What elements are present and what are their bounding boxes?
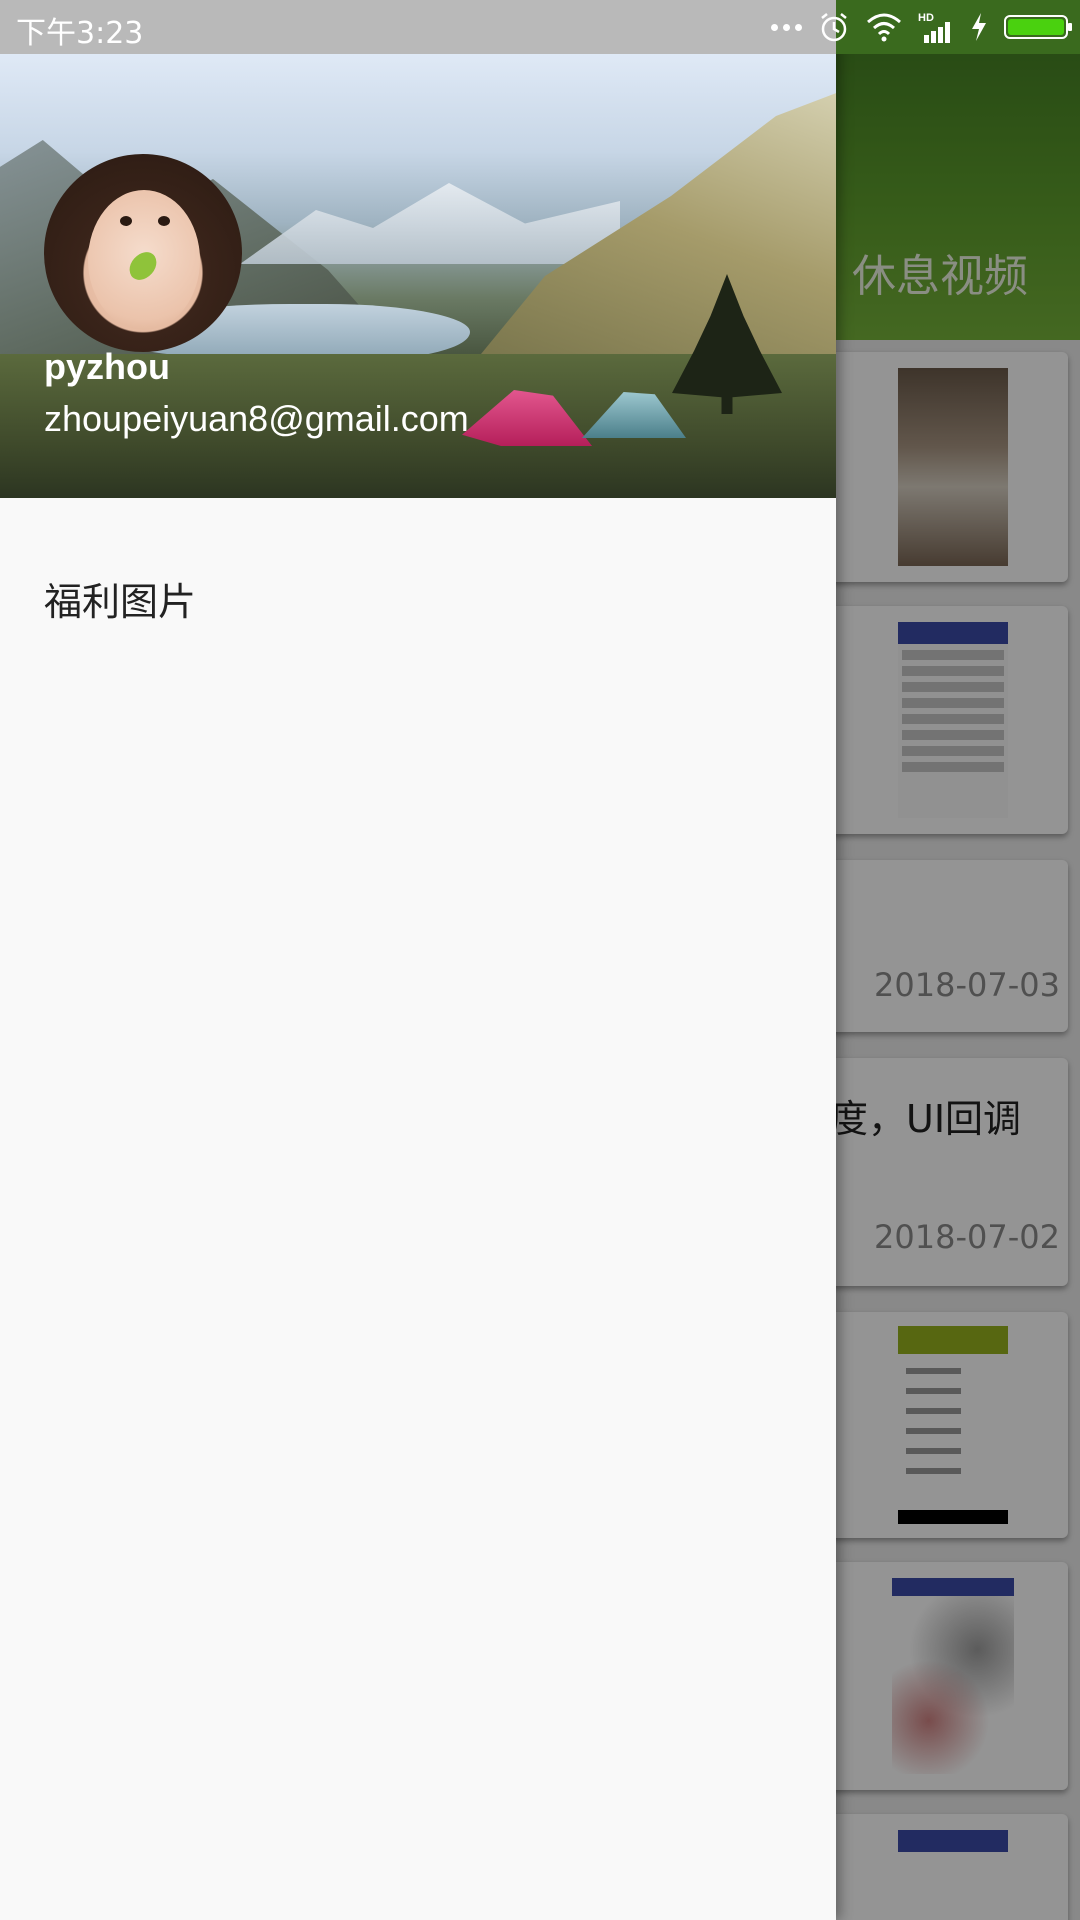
navigation-drawer: pyzhou zhoupeiyuan8@gmail.com 福利图片 (0, 0, 836, 1920)
svg-text:HD: HD (918, 12, 934, 24)
user-email: zhoupeiyuan8@gmail.com (44, 398, 469, 439)
hd-signal-icon: HD (918, 12, 950, 43)
more-dots-icon (771, 23, 802, 31)
drawer-menu: 福利图片 (0, 498, 836, 698)
status-time: 下午3:23 (16, 16, 144, 51)
user-name: pyzhou (44, 346, 170, 387)
wifi-icon (867, 13, 901, 42)
screen: 休息视频 2018-07-03 度，UI回调 2018-07-02 下午3:23… (0, 0, 1080, 1920)
battery-icon (1004, 15, 1072, 39)
charging-icon (972, 13, 986, 41)
avatar[interactable] (44, 154, 242, 352)
menu-item-welfare-images[interactable]: 福利图片 (0, 498, 836, 698)
drawer-header: pyzhou zhoupeiyuan8@gmail.com (0, 54, 836, 498)
status-bar: 下午3:23 HD (0, 0, 1080, 54)
alarm-icon (821, 13, 847, 42)
